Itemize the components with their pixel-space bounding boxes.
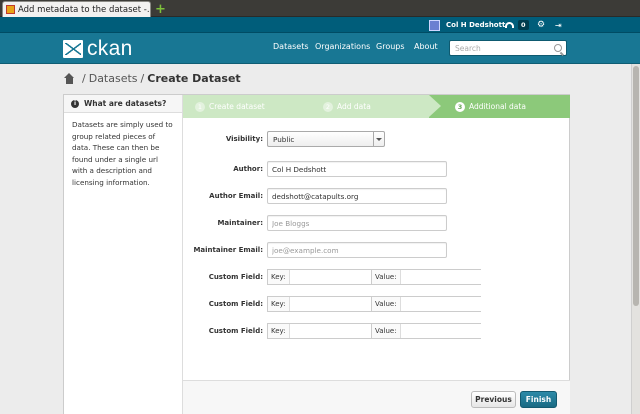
custom-field-inputs: Key: Value:: [267, 296, 481, 312]
info-body: Datasets are simply used to group relate…: [72, 120, 173, 187]
author-email-input[interactable]: [267, 188, 447, 204]
custom-field-value-input[interactable]: [400, 270, 481, 284]
custom-field-key: Key:: [267, 269, 372, 285]
custom-field-key: Key:: [267, 323, 372, 339]
visibility-value: Public: [273, 134, 295, 144]
breadcrumb-separator: /: [140, 71, 145, 85]
dashboard-icon: [505, 22, 514, 28]
site-logo[interactable]: ckan: [63, 37, 133, 60]
logo-text: ckan: [87, 37, 133, 60]
search-input[interactable]: [455, 43, 550, 53]
visibility-select[interactable]: Public: [267, 131, 385, 147]
scrollbar-thumb[interactable]: [633, 66, 639, 306]
breadcrumb-separator: /: [82, 71, 86, 85]
nav-about[interactable]: About: [414, 42, 438, 51]
account-masthead: Col H Dedshott 0 ⚙ ⇥: [0, 17, 640, 33]
form-actions: Previous Finish: [183, 380, 570, 414]
dataset-form-card: i What are datasets? Datasets are simply…: [63, 94, 570, 414]
custom-field-key: Key:: [267, 296, 372, 312]
custom-field-key-input[interactable]: [289, 324, 372, 338]
key-label: Key:: [268, 297, 290, 311]
value-label: Value:: [372, 324, 401, 338]
progress-stages: 1 Create dataset 2 Add data 3 Additional…: [183, 95, 570, 118]
user-name: Col H Dedshott: [446, 21, 506, 29]
custom-field-inputs: Key: Value:: [267, 323, 481, 339]
nav-organizations[interactable]: Organizations: [315, 42, 370, 51]
stage-number: 1: [195, 101, 205, 112]
custom-field-inputs: Key: Value:: [267, 269, 481, 285]
custom-field-value: Value:: [371, 296, 481, 312]
author-input[interactable]: [267, 161, 447, 177]
stage-divider: [429, 95, 441, 117]
value-label: Value:: [372, 297, 401, 311]
finish-button[interactable]: Finish: [520, 391, 557, 408]
site-search: [449, 40, 567, 56]
author-email-label: Author Email:: [209, 192, 263, 200]
custom-field-label: Custom Field:: [208, 327, 263, 335]
user-link[interactable]: Col H Dedshott: [429, 17, 505, 33]
custom-field-key-input[interactable]: [289, 270, 372, 284]
new-tab-button[interactable]: +: [154, 1, 167, 17]
nav-datasets[interactable]: Datasets: [273, 42, 309, 51]
browser-tab[interactable]: Add metadata to the dataset -...: [2, 1, 151, 17]
favicon-icon: [6, 5, 15, 14]
search-icon[interactable]: [554, 44, 562, 52]
browser-tab-bar: Add metadata to the dataset -... +: [0, 0, 640, 17]
stage-label: Create dataset: [209, 102, 265, 111]
settings-link[interactable]: ⚙: [537, 17, 545, 33]
ckan-logo-icon: [63, 40, 83, 58]
custom-field-value-input[interactable]: [400, 324, 481, 338]
info-heading: i What are datasets?: [64, 95, 182, 113]
value-label: Value:: [372, 270, 401, 284]
home-icon[interactable]: [64, 72, 75, 84]
stage-create-dataset: 1 Create dataset: [183, 95, 306, 118]
visibility-label: Visibility:: [225, 135, 263, 143]
sign-out-icon: ⇥: [555, 20, 562, 30]
nav-groups[interactable]: Groups: [376, 42, 405, 51]
key-label: Key:: [268, 270, 290, 284]
previous-button[interactable]: Previous: [471, 391, 516, 408]
stage-additional-data: 3 Additional data: [429, 95, 570, 118]
gear-icon: ⚙: [537, 20, 546, 30]
custom-field-value-input[interactable]: [400, 297, 481, 311]
site-masthead: ckan Datasets Organizations Groups About: [0, 33, 640, 64]
info-heading-text: What are datasets?: [84, 99, 167, 108]
stage-label: Additional data: [469, 102, 526, 111]
maintainer-input[interactable]: [267, 215, 447, 231]
dashboard-link[interactable]: 0: [505, 17, 529, 33]
maintainer-email-label: Maintainer Email:: [193, 246, 263, 254]
stage-add-data: 2 Add data: [311, 95, 429, 118]
author-label: Author:: [233, 165, 263, 173]
info-icon: i: [71, 99, 79, 108]
stage-number: 3: [455, 101, 465, 112]
custom-field-value: Value:: [371, 269, 481, 285]
chevron-down-icon: [373, 132, 384, 146]
maintainer-label: Maintainer:: [217, 219, 263, 227]
custom-field-value: Value:: [371, 323, 481, 339]
stage-number: 2: [323, 101, 333, 112]
breadcrumb-current: Create Dataset: [147, 71, 241, 85]
sign-out-link[interactable]: ⇥: [555, 17, 562, 33]
key-label: Key:: [268, 324, 290, 338]
maintainer-email-input[interactable]: [267, 242, 447, 258]
plus-icon: +: [155, 1, 166, 17]
custom-field-label: Custom Field:: [208, 300, 263, 308]
custom-field-label: Custom Field:: [208, 273, 263, 281]
tab-title: Add metadata to the dataset -...: [18, 4, 150, 15]
breadcrumb-datasets[interactable]: Datasets: [89, 72, 138, 85]
avatar: [429, 19, 440, 31]
breadcrumb: / Datasets / Create Dataset: [64, 71, 241, 85]
dashboard-count-badge: 0: [518, 20, 529, 30]
custom-field-key-input[interactable]: [289, 297, 372, 311]
stage-label: Add data: [337, 102, 371, 111]
page-scrollbar[interactable]: [631, 64, 640, 414]
